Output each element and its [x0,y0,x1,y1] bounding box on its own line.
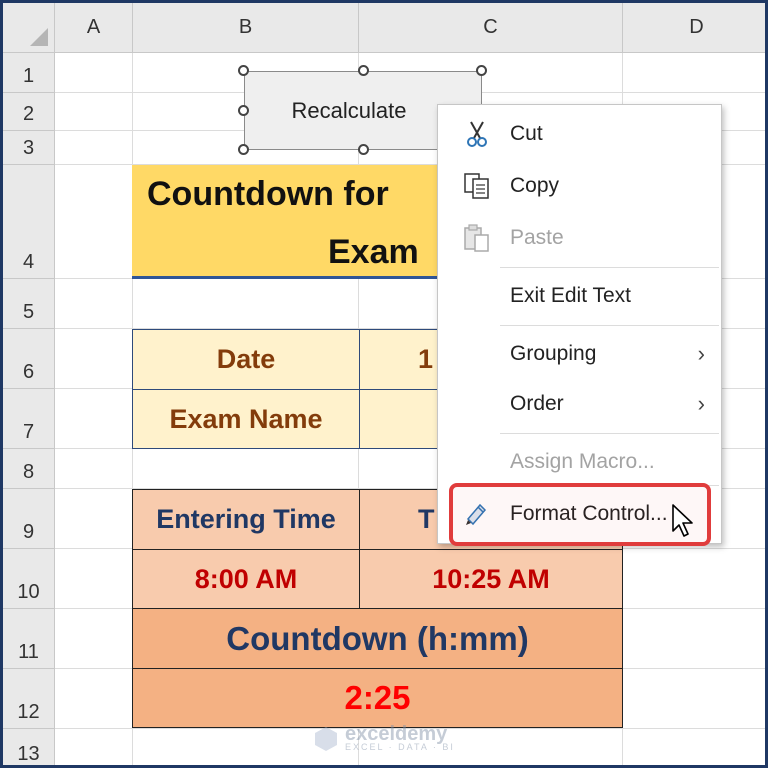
t-value-cell[interactable]: 10:25 AM [359,549,623,609]
column-header-c[interactable]: C [359,3,623,53]
row-header-11[interactable]: 11 [3,609,55,669]
chevron-right-icon: › [697,341,705,366]
countdown-value-cell[interactable]: 2:25 [132,668,623,728]
select-all-corner[interactable] [3,3,55,53]
entering-time-label: Entering Time [156,504,336,534]
menu-item-label: Order [510,392,564,415]
exam-name-label-cell[interactable]: Exam Name [132,389,360,449]
select-all-triangle [30,28,48,46]
entering-time-label-cell[interactable]: Entering Time [132,489,360,550]
t-label: T [418,504,435,534]
menu-separator [500,267,719,268]
row-header-7[interactable]: 7 [3,389,55,449]
menu-item-label: Cut [510,122,543,145]
menu-item-assign-macro[interactable]: Assign Macro... [438,439,721,485]
excel-window: A B C D 1 2 3 4 5 6 7 8 9 10 11 12 13 Co… [0,0,768,768]
scissors-icon [462,119,492,149]
title-line-1: Countdown for [147,175,389,213]
context-menu: Cut Copy Paste Exit Edit Text Grouping ›… [437,104,722,544]
menu-item-exit-edit-text[interactable]: Exit Edit Text [438,273,721,319]
menu-item-label: Paste [510,226,564,249]
resize-handle[interactable] [238,105,249,116]
date-label: Date [216,344,276,374]
resize-handle[interactable] [358,144,369,155]
watermark-tagline: EXCEL · DATA · BI [345,742,455,752]
countdown-value: 2:25 [344,679,411,716]
recalculate-button-label: Recalculate [291,97,407,123]
title-line-2: Exam [328,233,419,271]
menu-item-label: Copy [510,174,560,197]
date-value: 1 [418,344,434,374]
menu-separator [500,325,719,326]
exceldemy-watermark: exceldemy EXCEL · DATA · BI [313,723,455,752]
t-value: 10:25 AM [432,563,550,594]
countdown-label-cell[interactable]: Countdown (h:mm) [132,608,623,669]
row-header-2[interactable]: 2 [3,93,55,131]
resize-handle[interactable] [238,144,249,155]
row-header-10[interactable]: 10 [3,549,55,609]
column-header-a[interactable]: A [55,3,133,53]
resize-handle[interactable] [238,65,249,76]
menu-item-paste[interactable]: Paste [438,215,721,261]
row-header-1[interactable]: 1 [3,53,55,93]
menu-item-label: Exit Edit Text [510,284,631,307]
resize-handle[interactable] [476,65,487,76]
row-header-8[interactable]: 8 [3,449,55,489]
menu-item-cut[interactable]: Cut [438,111,721,157]
row-header-6[interactable]: 6 [3,329,55,389]
copy-icon [462,171,492,201]
row-header-9[interactable]: 9 [3,489,55,549]
menu-item-label: Assign Macro... [510,450,655,473]
entering-time-value-cell[interactable]: 8:00 AM [132,549,360,609]
entering-time-value: 8:00 AM [194,563,298,594]
menu-item-order[interactable]: Order › [438,381,721,427]
row-header-13[interactable]: 13 [3,729,55,765]
row-header-4[interactable]: 4 [3,165,55,279]
row-header-5[interactable]: 5 [3,279,55,329]
exam-name-label: Exam Name [169,403,323,434]
countdown-label: Countdown (h:mm) [226,619,529,657]
menu-item-grouping[interactable]: Grouping › [438,331,721,377]
chevron-right-icon: › [697,391,705,416]
column-header-d[interactable]: D [623,3,765,53]
row-header-3[interactable]: 3 [3,131,55,165]
row-header-12[interactable]: 12 [3,669,55,729]
menu-item-label: Grouping [510,342,597,365]
date-label-cell[interactable]: Date [132,329,360,390]
menu-item-copy[interactable]: Copy [438,163,721,209]
exceldemy-logo-icon [315,726,337,751]
column-header-b[interactable]: B [133,3,359,53]
mouse-cursor-icon [672,504,693,537]
resize-handle[interactable] [358,65,369,76]
paste-icon [462,223,492,253]
menu-separator [500,433,719,434]
